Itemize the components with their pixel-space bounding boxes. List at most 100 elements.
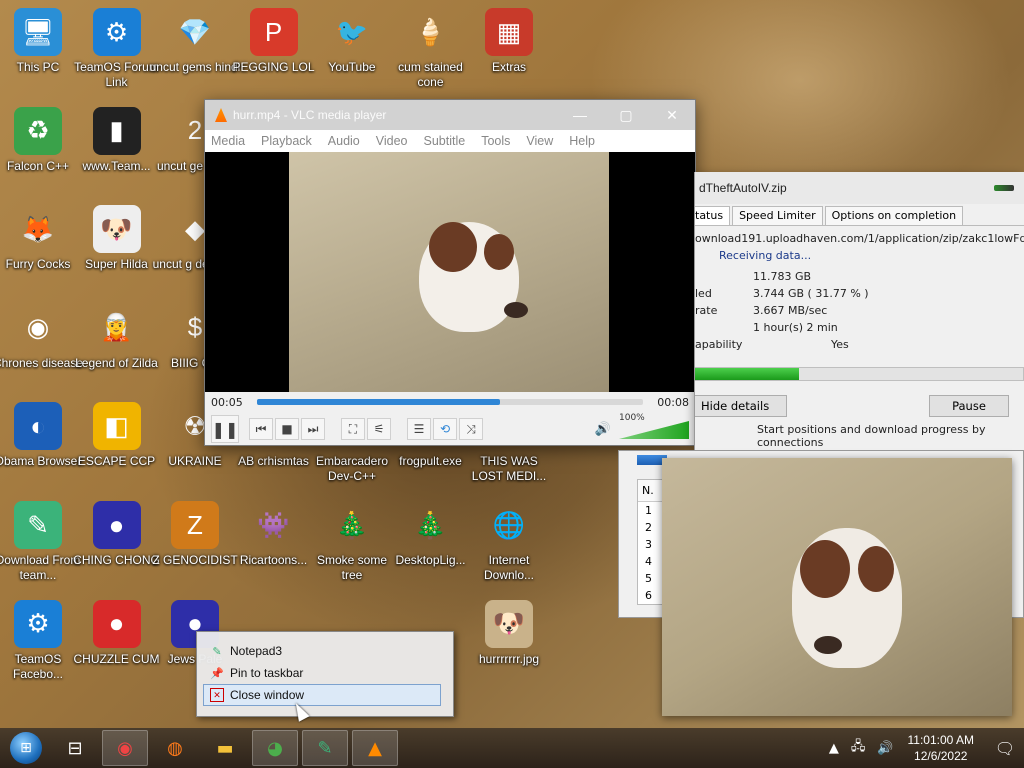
menu-help[interactable]: Help <box>569 134 595 148</box>
menu-item-close-window[interactable]: ✕ Close window <box>203 684 441 706</box>
download-progress-bar <box>695 367 1024 381</box>
connections-caption: Start positions and download progress by… <box>757 423 986 449</box>
menu-playback[interactable]: Playback <box>261 134 312 148</box>
app-icon: 🐶 <box>92 205 141 254</box>
download-grip-icon <box>994 185 1014 191</box>
fullscreen-button[interactable]: ⛶ <box>341 418 365 440</box>
app-icon: 👾 <box>257 509 290 540</box>
app-icon: 🦊 <box>21 213 55 244</box>
menu-item-notepad3[interactable]: ✎ Notepad3 <box>203 640 441 662</box>
app-icon: ✎ <box>14 501 62 549</box>
start-button[interactable]: ⊞ <box>0 728 52 768</box>
hide-details-button[interactable]: Hide details <box>695 395 787 417</box>
menu-tools[interactable]: Tools <box>481 134 510 148</box>
download-window-title[interactable]: dTheftAutoIV.zip <box>695 172 1024 204</box>
seek-bar-fill <box>256 399 501 405</box>
tab-speed-limiter[interactable]: Speed Limiter <box>732 206 823 225</box>
speaker-icon[interactable]: 🔊 <box>595 422 611 437</box>
pause-button[interactable]: ❚❚ <box>211 415 239 443</box>
menu-item-pin-to-taskbar[interactable]: 📌 Pin to taskbar <box>203 662 441 684</box>
app-icon: ◧ <box>92 402 141 451</box>
desktop-icon[interactable]: THIS WAS LOST MEDI... <box>463 454 555 484</box>
menu-media[interactable]: Media <box>211 134 245 148</box>
clock-date: 12/6/2022 <box>914 749 968 763</box>
app-icon: 🌐 <box>492 509 526 540</box>
playback-controls: ❚❚ ⏮ ■ ⏭ ⛶ ⚟ ☰ ⟲ ⤨ 🔊 100% <box>205 412 695 446</box>
maximize-button[interactable]: ▢ <box>603 100 649 130</box>
previous-button[interactable]: ⏮ <box>249 418 273 440</box>
menu-view[interactable]: View <box>526 134 553 148</box>
video-frame <box>289 152 609 392</box>
pin-icon: 📌 <box>210 667 224 680</box>
window-preview-thumbnail[interactable] <box>662 458 1012 716</box>
download-url: ownload191.uploadhaven.com/1/application… <box>695 232 1024 245</box>
download-window[interactable]: dTheftAutoIV.zip tatus Speed Limiter Opt… <box>694 172 1024 452</box>
vlc-titlebar[interactable]: hurr.mp4 - VLC media player — ▢ ✕ <box>205 100 695 130</box>
app-icon: ● <box>92 599 141 648</box>
notepad-icon: ✎ <box>212 645 222 658</box>
time-elapsed: 00:05 <box>211 395 243 409</box>
desktop-icon-label: Internet Downlo... <box>483 553 535 582</box>
seek-bar[interactable] <box>256 399 644 405</box>
taskbar: ⊞ ⊟ ◉ ◍ ▬ ◕ ✎ ▲ ▲ 🖧 🔊 11:01:00 AM 12/6/2… <box>0 728 1024 768</box>
network-icon[interactable]: 🖧 <box>851 737 866 759</box>
app-icon: ▦ <box>485 8 533 56</box>
clock[interactable]: 11:01:00 AM 12/6/2022 <box>908 732 975 764</box>
download-progress-fill <box>695 368 800 380</box>
app-icon: ◉ <box>26 312 50 343</box>
stop-button[interactable]: ■ <box>275 418 299 440</box>
menu-audio[interactable]: Audio <box>328 134 360 148</box>
loop-button[interactable]: ⟲ <box>433 418 457 440</box>
tab-options-on-completion[interactable]: Options on completion <box>824 206 964 225</box>
system-tray: ▲ 🖧 🔊 11:01:00 AM 12/6/2022 🗨 <box>823 728 1024 768</box>
minimize-button[interactable]: — <box>557 100 603 130</box>
app-icon: ⚙ <box>92 8 141 56</box>
app-icon: 🍦 <box>414 16 447 47</box>
volume-slider[interactable]: 100% <box>619 413 689 439</box>
show-hidden-icons-icon[interactable]: ▲ <box>829 741 839 756</box>
notepad3-taskbar-icon[interactable]: ✎ <box>302 730 348 766</box>
app-icon: 🎄 <box>335 509 369 540</box>
info-row: rate 3.667 MB/sec <box>695 304 828 317</box>
chrome-taskbar-icon[interactable]: ◉ <box>102 730 148 766</box>
firefox-taskbar-icon[interactable]: ◍ <box>152 730 198 766</box>
clock-time: 11:01:00 AM <box>907 733 975 747</box>
volume-control[interactable]: 🔊 100% <box>595 413 689 439</box>
app-icon: 🐶 <box>485 599 533 648</box>
tab-status[interactable]: tatus <box>695 206 731 225</box>
app-icon: 🐦 <box>335 16 369 47</box>
info-row: 1 hour(s) 2 min <box>753 321 838 334</box>
close-button[interactable]: ✕ <box>649 100 695 130</box>
download-status-text: Receiving data... <box>719 249 812 262</box>
app-icon: ▮ <box>92 106 141 155</box>
idm-taskbar-icon[interactable]: ◕ <box>252 730 298 766</box>
desktop-icon[interactable]: 🐶 hurrrrrrr.jpg <box>463 599 555 667</box>
video-area[interactable] <box>205 152 695 392</box>
notification-icon[interactable]: 🗨 <box>986 728 1024 768</box>
app-icon: ● <box>92 501 141 549</box>
playlist-button[interactable]: ☰ <box>407 418 431 440</box>
app-icon: 🖥 <box>14 8 62 56</box>
app-icon: ♻ <box>14 106 62 155</box>
vlc-taskbar-icon[interactable]: ▲ <box>352 730 398 766</box>
shuffle-button[interactable]: ⤨ <box>459 418 483 440</box>
file-explorer-icon[interactable]: ▬ <box>202 730 248 766</box>
vlc-window[interactable]: hurr.mp4 - VLC media player — ▢ ✕ Media … <box>204 99 696 446</box>
app-icon: 🧝 <box>100 312 133 343</box>
info-row: 11.783 GB <box>753 270 812 283</box>
task-view-icon[interactable]: ⊟ <box>52 730 98 766</box>
time-total: 00:08 <box>657 395 689 409</box>
desktop-icon[interactable]: 🌐 Internet Downlo... <box>463 501 555 583</box>
desktop-icon[interactable]: ▦ Extras <box>463 8 555 75</box>
volume-icon[interactable]: 🔊 <box>877 741 893 756</box>
next-button[interactable]: ⏭ <box>301 418 325 440</box>
close-icon: ✕ <box>210 688 224 702</box>
menu-video[interactable]: Video <box>376 134 408 148</box>
pause-download-button[interactable]: Pause <box>929 395 1009 417</box>
desktop-icon-label: THIS WAS LOST MEDI... <box>471 454 547 483</box>
menu-subtitle[interactable]: Subtitle <box>424 134 466 148</box>
extended-settings-button[interactable]: ⚟ <box>367 418 391 440</box>
vlc-menubar: Media Playback Audio Video Subtitle Tool… <box>205 130 695 152</box>
vlc-window-title: hurr.mp4 - VLC media player <box>233 108 387 122</box>
volume-percent: 100% <box>619 413 645 423</box>
